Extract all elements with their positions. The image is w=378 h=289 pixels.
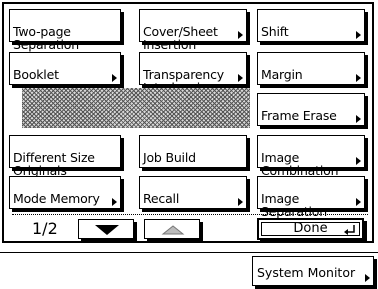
triangle-right-icon: [112, 198, 117, 206]
divider: [12, 214, 368, 215]
margin-button[interactable]: Margin: [257, 52, 365, 85]
booklet-button[interactable]: Booklet: [9, 52, 121, 85]
done-button[interactable]: Done: [257, 218, 364, 240]
scroll-up-button[interactable]: [144, 219, 200, 239]
frame-erase-label: Frame Erase: [261, 108, 337, 123]
cover-sheet-insertion-button[interactable]: Cover/Sheet Insertion: [139, 9, 247, 51]
unavailable-area: [22, 88, 250, 128]
recall-label: Recall: [143, 191, 180, 206]
triangle-right-icon: [238, 31, 243, 39]
job-build-button[interactable]: Job Build: [139, 135, 247, 168]
margin-label: Margin: [261, 67, 303, 82]
scroll-up-icon: [161, 225, 185, 235]
transparency-interleaving-button[interactable]: Transparency Interleaving: [139, 52, 247, 94]
scroll-down-icon: [95, 225, 119, 235]
done-label: Done: [293, 221, 328, 236]
system-monitor-label: System Monitor: [257, 265, 356, 280]
mode-memory-label: Mode Memory: [13, 191, 100, 206]
page-indicator: 1/2: [32, 219, 58, 238]
status-bar-divider: [0, 252, 378, 253]
triangle-right-icon: [356, 115, 361, 123]
triangle-right-icon: [356, 157, 361, 165]
different-size-originals-label: Different Size Originals: [13, 150, 95, 178]
cover-sheet-insertion-label: Cover/Sheet Insertion: [143, 24, 218, 52]
shift-label: Shift: [261, 24, 289, 39]
two-page-separation-button[interactable]: Two-page Separation: [9, 9, 121, 51]
triangle-right-icon: [356, 74, 361, 82]
image-combination-label: Image Combination: [261, 150, 339, 178]
booklet-label: Booklet: [13, 67, 59, 82]
triangle-right-icon: [238, 74, 243, 82]
image-combination-button[interactable]: Image Combination: [257, 135, 365, 177]
scroll-down-button[interactable]: [78, 219, 134, 239]
mode-memory-button[interactable]: Mode Memory: [9, 176, 121, 209]
triangle-right-icon: [365, 274, 370, 282]
triangle-right-icon: [356, 198, 361, 206]
enter-icon: [344, 225, 355, 235]
triangle-right-icon: [112, 74, 117, 82]
different-size-originals-button[interactable]: Different Size Originals: [9, 135, 121, 177]
triangle-right-icon: [238, 198, 243, 206]
system-monitor-button[interactable]: System Monitor: [252, 256, 374, 286]
shift-button[interactable]: Shift: [257, 9, 365, 42]
two-page-separation-label: Two-page Separation: [13, 24, 79, 52]
image-separation-button[interactable]: Image Separation: [257, 176, 365, 218]
frame-erase-button[interactable]: Frame Erase: [257, 93, 365, 126]
special-features-panel: Two-page Separation Cover/Sheet Insertio…: [2, 2, 374, 243]
job-build-label: Job Build: [143, 150, 196, 165]
recall-button[interactable]: Recall: [139, 176, 247, 209]
triangle-right-icon: [356, 31, 361, 39]
